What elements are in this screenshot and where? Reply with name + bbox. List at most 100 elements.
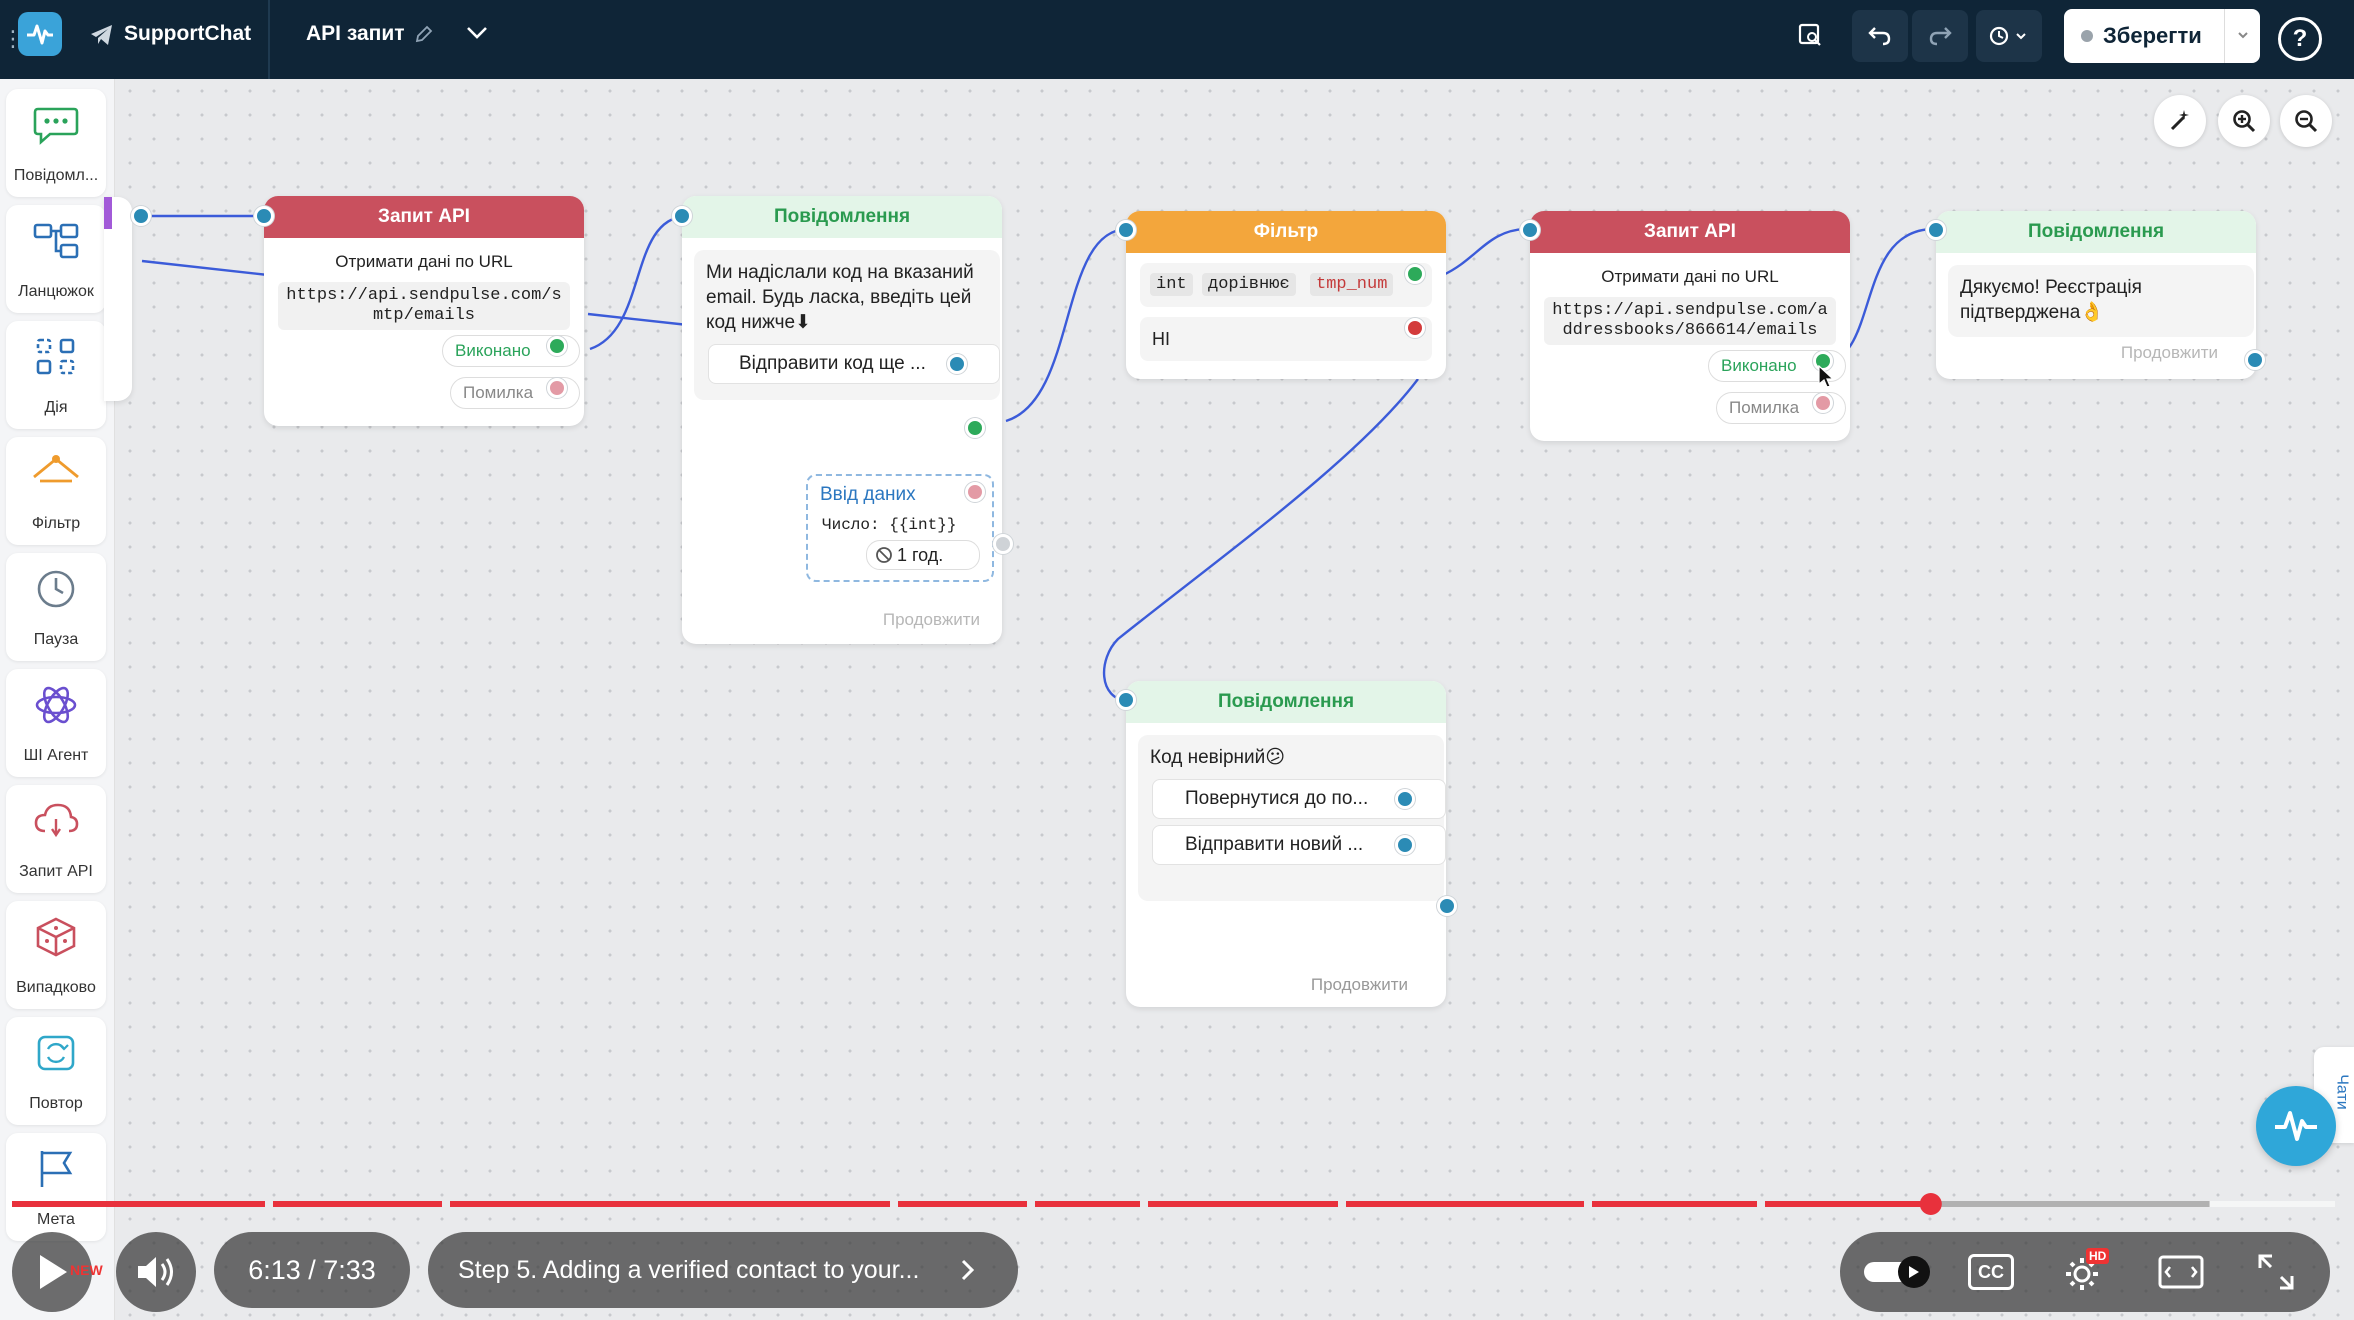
- help-icon[interactable]: ?: [2278, 17, 2322, 61]
- message-text: Код невірний😕: [1150, 747, 1286, 768]
- sidebar-item-ai-agent[interactable]: ШІ Агент: [6, 669, 106, 777]
- chevron-down-icon[interactable]: [466, 26, 488, 40]
- sidebar-item-repeat[interactable]: Повтор: [6, 1017, 106, 1125]
- connection-line: [587, 312, 689, 327]
- node-input-port[interactable]: [1520, 220, 1540, 240]
- connection-line: [589, 214, 687, 351]
- captions-button[interactable]: CC: [1968, 1254, 2014, 1290]
- fullscreen-button[interactable]: [2256, 1252, 2296, 1297]
- sidebar-item-api-request[interactable]: Запит API: [6, 785, 106, 893]
- message-bubble: Дякуємо! Реєстрація підтверджена👌: [1948, 265, 2254, 337]
- sidebar-item-label: Випадково: [16, 979, 96, 996]
- continue-port[interactable]: [1437, 896, 1457, 916]
- api-request-node[interactable]: Запит API Отримати дані по URL https://a…: [264, 196, 584, 426]
- message-node[interactable]: Повідомлення Дякуємо! Реєстрація підтвер…: [1936, 211, 2256, 379]
- node-input-port[interactable]: [254, 206, 274, 226]
- message-node[interactable]: Повідомлення Ми надіслали код на вказани…: [682, 196, 1002, 644]
- mouse-cursor-icon: [1818, 365, 1834, 388]
- input-success-port[interactable]: [965, 418, 985, 438]
- sidebar-item-filter[interactable]: Фільтр: [6, 437, 106, 545]
- undo-button[interactable]: [1852, 10, 1908, 62]
- filter-condition[interactable]: int дорівнює tmp_num: [1140, 263, 1432, 307]
- top-bar: ⋮ SupportChat API запит Зберегти ?: [0, 0, 2354, 79]
- dice-icon: [36, 917, 76, 957]
- chat-widget-button[interactable]: [2256, 1086, 2336, 1166]
- button-output-port[interactable]: [1395, 835, 1415, 855]
- filter-node[interactable]: Фільтр int дорівнює tmp_num НІ: [1126, 211, 1446, 379]
- history-button[interactable]: [1976, 10, 2042, 62]
- chapter-gap: [1584, 1200, 1592, 1208]
- save-button[interactable]: Зберегти: [2064, 9, 2260, 63]
- chats-tab-label: Чати: [2333, 1074, 2351, 1110]
- preview-book-icon[interactable]: [1796, 20, 1824, 48]
- repeat-icon: [37, 1035, 75, 1071]
- filter-else[interactable]: НІ: [1140, 317, 1432, 361]
- input-type: Число: {{int}}: [822, 516, 957, 534]
- continue-port[interactable]: [2245, 350, 2265, 370]
- save-divider: [2224, 9, 2225, 63]
- sidebar-item-message[interactable]: Повідомл...: [6, 89, 106, 197]
- button-output-port[interactable]: [947, 354, 967, 374]
- partial-node[interactable]: [104, 197, 132, 401]
- api-url: https://api.sendpulse.com/smtp/emails: [278, 282, 570, 330]
- filter-false-port[interactable]: [1405, 318, 1425, 338]
- history-icon: [1989, 26, 2026, 46]
- button-output-port[interactable]: [1395, 789, 1415, 809]
- settings-button[interactable]: HD: [2062, 1248, 2110, 1299]
- volume-button[interactable]: [116, 1232, 196, 1312]
- chapter-button[interactable]: Step 5. Adding a verified contact to you…: [428, 1232, 1018, 1308]
- chapter-gap: [1338, 1200, 1346, 1208]
- theater-mode-button[interactable]: [2158, 1254, 2204, 1295]
- node-title: Запит API: [1530, 211, 1850, 253]
- sidebar-item-action[interactable]: Дія: [6, 321, 106, 429]
- api-request-node[interactable]: Запит API Отримати дані по URL https://a…: [1530, 211, 1850, 441]
- continue-port[interactable]: [993, 534, 1013, 554]
- bot-name[interactable]: SupportChat: [124, 22, 251, 46]
- input-timeout-port[interactable]: [965, 482, 985, 502]
- error-port[interactable]: [1813, 393, 1833, 413]
- play-button[interactable]: NEW: [12, 1232, 103, 1312]
- node-output-port[interactable]: [131, 206, 151, 226]
- sidebar-item-random[interactable]: Випадково: [6, 901, 106, 1009]
- sidebar-item-chain[interactable]: Ланцюжок: [6, 205, 106, 313]
- play-icon: [40, 1255, 67, 1289]
- sidebar-item-label: Повідомл...: [13, 167, 99, 184]
- sidebar-item-label: ШІ Агент: [23, 747, 89, 764]
- flow-canvas[interactable]: Запит API Отримати дані по URL https://a…: [104, 79, 2354, 1320]
- sidebar-item-label: Пауза: [33, 631, 79, 648]
- edit-pencil-icon[interactable]: [414, 24, 434, 44]
- filter-true-port[interactable]: [1405, 264, 1425, 284]
- autoplay-toggle[interactable]: [1864, 1256, 1930, 1288]
- progress-track: [12, 1193, 2335, 1215]
- node-input-port[interactable]: [1116, 220, 1136, 240]
- chevron-right-icon: [961, 1259, 975, 1281]
- chapter-gap: [442, 1200, 450, 1208]
- save-options-chevron-icon[interactable]: [2236, 27, 2250, 46]
- node-description: Отримати дані по URL: [335, 252, 513, 271]
- continue-output[interactable]: Продовжити: [2121, 343, 2218, 363]
- autoplay-play-icon: [1909, 1266, 1919, 1278]
- continue-output[interactable]: Продовжити: [883, 610, 980, 630]
- success-port[interactable]: [547, 336, 567, 356]
- sidebar-item-goal[interactable]: Мета: [6, 1133, 106, 1241]
- autoplay-knob: [1898, 1256, 1930, 1288]
- timeout-pill[interactable]: 1 год.: [866, 540, 980, 570]
- node-input-port[interactable]: [1926, 220, 1946, 240]
- redo-button[interactable]: [1912, 10, 1968, 62]
- pulse-logo-icon: [27, 24, 53, 45]
- filter-icon: [33, 455, 79, 483]
- redo-icon: [1929, 27, 1952, 46]
- node-description: Отримати дані по URL: [1601, 267, 1779, 286]
- app-logo[interactable]: [18, 12, 62, 56]
- node-input-port[interactable]: [672, 206, 692, 226]
- action-grid-icon: [36, 338, 75, 375]
- timeout-value: 1 год.: [897, 545, 944, 565]
- continue-output[interactable]: Продовжити: [1311, 975, 1408, 995]
- node-input-port[interactable]: [1116, 690, 1136, 710]
- sidebar-item-label: Дія: [44, 399, 68, 416]
- progress-bar[interactable]: [12, 1193, 2335, 1215]
- sidebar-item-pause[interactable]: Пауза: [6, 553, 106, 661]
- chapter-title: Step 5. Adding a verified contact to you…: [458, 1255, 920, 1284]
- flow-name[interactable]: API запит: [306, 22, 405, 46]
- error-port[interactable]: [547, 378, 567, 398]
